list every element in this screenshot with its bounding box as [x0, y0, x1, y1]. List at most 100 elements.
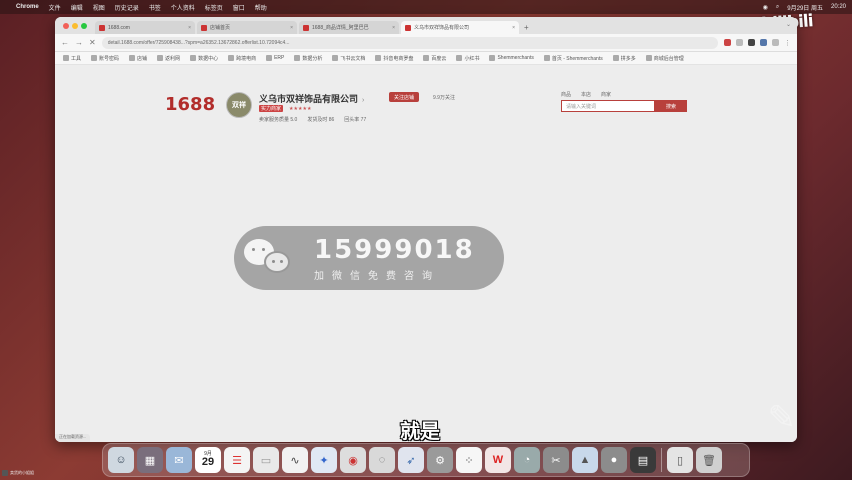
menu-item-help[interactable]: 帮助 — [255, 3, 267, 12]
forward-icon[interactable]: → — [75, 38, 83, 47]
bookmark-item[interactable]: 百度云 — [423, 55, 446, 62]
search-button[interactable]: 搜索 — [655, 100, 687, 112]
menu-item-edit[interactable]: 编辑 — [71, 3, 83, 12]
bookmark-item[interactable]: 拼多多 — [612, 55, 636, 62]
menu-item-file[interactable]: 文件 — [49, 3, 61, 12]
launchpad-icon[interactable]: ▦ — [137, 447, 163, 473]
bookmark-item[interactable]: 工具 — [63, 55, 81, 62]
menu-item-window[interactable]: 窗口 — [233, 3, 245, 12]
shop-stat: 回头率 77 — [344, 117, 367, 123]
tab-favicon-icon — [405, 24, 411, 31]
close-window-icon[interactable] — [63, 23, 69, 29]
back-icon[interactable]: ← — [61, 38, 69, 47]
follow-shop-button[interactable]: 关注店铺 — [389, 92, 420, 102]
capcut-icon[interactable]: ✂ — [543, 447, 569, 473]
search-tabs: 商品 本店 商家 — [561, 91, 611, 98]
photos-icon[interactable]: ▲ — [572, 447, 598, 473]
bookmark-folder-icon — [63, 55, 69, 61]
feishu-icon[interactable]: ➶ — [398, 447, 424, 473]
trash-icon[interactable]: 🗑 — [696, 447, 722, 473]
safari-icon[interactable]: ✦ — [311, 447, 337, 473]
url-input[interactable]: detail.1688.com/offer/725908438...?spm=a… — [101, 36, 718, 49]
search-tab[interactable]: 商品 — [561, 91, 571, 98]
settings-icon[interactable]: ⚙ — [427, 447, 453, 473]
bookmark-item[interactable]: ERP — [266, 55, 284, 61]
menu-item-tabs[interactable]: 标签页 — [205, 3, 223, 12]
chevron-right-icon: › — [362, 97, 365, 104]
qq-icon[interactable]: ◔ — [514, 447, 540, 473]
wifi-icon[interactable]: ◉ — [763, 4, 768, 11]
extension-icon[interactable] — [760, 39, 767, 46]
fullscreen-window-icon[interactable] — [81, 23, 87, 29]
extension-icon[interactable] — [736, 39, 743, 46]
bookmark-item[interactable]: 店铺 — [129, 55, 147, 62]
status-bar: 正在加载资源... — [55, 434, 91, 442]
menu-item-history[interactable]: 历史记录 — [115, 3, 139, 12]
menu-item-view[interactable]: 视图 — [93, 3, 105, 12]
tab-close-icon[interactable]: × — [392, 25, 395, 31]
tab-search-icon[interactable]: ⌄ — [786, 21, 791, 28]
search-tab[interactable]: 本店 — [581, 91, 591, 98]
bookmark-folder-icon — [375, 55, 382, 61]
shop-name[interactable]: 义乌市双祥饰品有限公司 › — [259, 92, 364, 105]
bookmark-item[interactable]: 首页 - Shemmerchants — [543, 55, 603, 62]
bookmark-folder-icon — [91, 55, 98, 61]
reload-icon[interactable]: ✕ — [89, 38, 96, 47]
shop-stats: 卖家服务质量 5.0 发货及时 86 回头率 77 — [259, 116, 366, 123]
menu-item-bookmarks[interactable]: 书签 — [149, 3, 161, 12]
menu-app-name[interactable]: Chrome — [16, 4, 39, 10]
reminders-icon[interactable]: ☰ — [224, 447, 250, 473]
screen-icon[interactable]: ● — [601, 447, 627, 473]
wps-icon[interactable]: W — [485, 447, 511, 473]
bookmark-item[interactable]: 数据中心 — [190, 55, 218, 62]
menu-item-profiles[interactable]: 个人资料 — [171, 3, 195, 12]
tab-favicon-icon — [303, 24, 309, 31]
search-input[interactable]: 请输入关键词 — [561, 100, 655, 112]
bookmark-item[interactable]: 飞书云文档 — [332, 55, 365, 62]
search-icon[interactable]: ⌕ — [776, 4, 779, 11]
browser-tab[interactable]: 1688_商品详情_阿里巴巴 × — [299, 21, 399, 34]
dingtalk-icon[interactable]: ⁘ — [456, 447, 482, 473]
bookmark-item[interactable]: 抖音电商罗盘 — [375, 55, 413, 62]
preview-icon[interactable]: ▤ — [630, 447, 656, 473]
tab-close-icon[interactable]: × — [512, 25, 515, 31]
bookmark-item[interactable]: 账号密码 — [91, 55, 119, 62]
document-icon[interactable]: ▯ — [667, 447, 693, 473]
browser-tab-active[interactable]: 义乌市双祥饰品有限公司 × — [401, 21, 519, 34]
tab-close-icon[interactable]: × — [188, 25, 191, 31]
freeform-icon[interactable]: ∿ — [282, 447, 308, 473]
bookmark-item[interactable]: Shemmerchants — [489, 55, 534, 61]
search-tab[interactable]: 商家 — [601, 91, 611, 98]
mail-icon[interactable]: ✉ — [166, 447, 192, 473]
bookmark-item[interactable]: 小红书 — [456, 55, 479, 62]
new-tab-icon[interactable]: + — [524, 23, 529, 32]
browser-tab[interactable]: 店铺首页 × — [197, 21, 297, 34]
chrome-icon[interactable]: ◉ — [340, 447, 366, 473]
wechat-number: 15999018 — [314, 234, 475, 265]
site-logo[interactable]: 1688 — [165, 94, 215, 115]
notes-icon[interactable]: ▭ — [253, 447, 279, 473]
rating-stars-icon: ★★★★★ — [289, 105, 312, 112]
more-icon[interactable]: ⋮ — [784, 39, 791, 47]
extension-icon[interactable] — [724, 39, 731, 46]
shop-avatar[interactable]: 双祥 — [226, 92, 252, 118]
wechat-app-icon[interactable]: ◌ — [369, 447, 395, 473]
tab-close-icon[interactable]: × — [290, 25, 293, 31]
web-page: 1688 双祥 义乌市双祥饰品有限公司 › 关注店铺 9.9万关注 实力商家 ★★… — [55, 65, 797, 442]
merchant-badge: 实力商家 — [259, 105, 284, 112]
extension-icon[interactable] — [772, 39, 779, 46]
browser-tab[interactable]: 1688.com × — [95, 21, 195, 34]
calendar-icon[interactable]: 9月 29 — [195, 447, 221, 473]
bookmark-folder-icon — [266, 55, 273, 61]
bookmark-item[interactable]: 返利网 — [157, 55, 180, 62]
bookmark-item[interactable]: 商城后台管理 — [645, 55, 684, 62]
dock: ☺ ▦ ✉ 9月 29 ☰ ▭ ∿ ✦ ◉ ◌ ➶ ⚙ ⁘ W ◔ ✂ ▲ ● … — [102, 443, 750, 477]
finder-icon[interactable]: ☺ — [108, 447, 134, 473]
menu-bar: Chrome 文件 编辑 视图 历史记录 书签 个人资料 标签页 窗口 帮助 ◉… — [0, 0, 852, 14]
bookmark-folder-icon — [645, 55, 652, 61]
bookmark-item[interactable]: 数据分析 — [294, 55, 322, 62]
bookmark-item[interactable]: 跨境电商 — [228, 55, 256, 62]
minimize-window-icon[interactable] — [72, 23, 78, 29]
extension-icon[interactable] — [748, 39, 755, 46]
bookmark-folder-icon — [129, 55, 136, 61]
